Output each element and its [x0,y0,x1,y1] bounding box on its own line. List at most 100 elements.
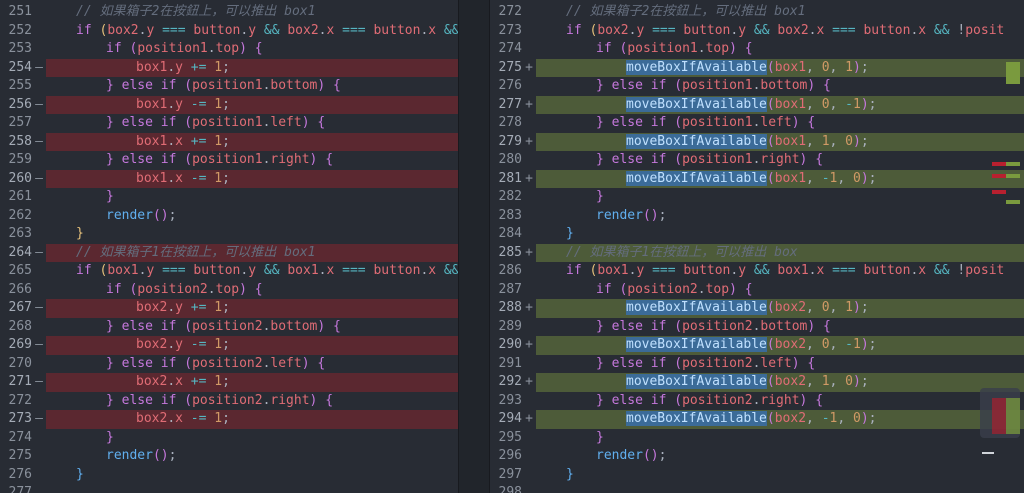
code-text[interactable]: render(); [46,447,458,466]
code-text[interactable]: if (position2.top) { [46,281,458,300]
code-line[interactable]: 263} [0,225,458,244]
code-text[interactable]: moveBoxIfAvailable(box2, 1, 0); [536,373,1024,392]
code-text[interactable]: moveBoxIfAvailable(box1, -1, 0); [536,169,1024,188]
code-text[interactable]: } [46,225,458,244]
deleted-line[interactable]: 254— box1.y += 1; [0,58,458,77]
code-text[interactable]: } [536,429,1024,448]
code-text[interactable]: if (position1.top) { [46,40,458,59]
code-line[interactable]: 272} else if (position2.right) { [0,392,458,411]
added-line[interactable]: 288 + moveBoxIfAvailable(box2, 0, 1); [490,299,1024,318]
code-line[interactable]: 257} else if (position1.left) { [0,114,458,133]
code-text[interactable]: } else if (position1.left) { [536,114,1024,133]
code-line[interactable]: 298 [490,484,1024,493]
code-text[interactable] [536,484,1024,493]
added-line[interactable]: 279 + moveBoxIfAvailable(box1, 1, 0); [490,132,1024,151]
code-text[interactable]: if (position1.top) { [536,40,1024,59]
code-line[interactable]: 274} [0,429,458,448]
code-text[interactable]: moveBoxIfAvailable(box2, 0, -1); [536,336,1024,355]
code-text[interactable]: if (box2.y === button.y && box2.x === bu… [46,22,458,41]
code-text[interactable]: box1.y -= 1; [46,95,458,114]
code-line[interactable]: 270} else if (position2.left) { [0,355,458,374]
pane-divider[interactable] [458,0,490,493]
code-text[interactable]: box2.x += 1; [46,373,458,392]
code-line[interactable]: 276} [0,466,458,485]
added-line[interactable]: 277 + moveBoxIfAvailable(box1, 0, -1); [490,95,1024,114]
code-text[interactable]: if (box1.y === button.y && box1.x === bu… [46,262,458,281]
code-line[interactable]: 280} else if (position1.right) { [490,151,1024,170]
code-line[interactable]: 295} [490,429,1024,448]
code-text[interactable]: } else if (position2.left) { [46,355,458,374]
code-text[interactable]: } [46,188,458,207]
code-line[interactable]: 253 if (position1.top) { [0,40,458,59]
code-line[interactable]: 252 if (box2.y === button.y && box2.x ===… [0,22,458,41]
code-text[interactable] [46,484,458,493]
code-text[interactable]: box1.x += 1; [46,132,458,151]
code-text[interactable]: } [46,466,458,485]
code-text[interactable]: // 如果箱子1在按鈕上，可以推出 box [536,243,1024,262]
code-text[interactable]: box2.y += 1; [46,299,458,318]
code-line[interactable]: 282} [490,188,1024,207]
deleted-line[interactable]: 269— box2.y -= 1; [0,336,458,355]
code-text[interactable]: } else if (position2.right) { [536,392,1024,411]
code-line[interactable]: 276} else if (position1.bottom) { [490,77,1024,96]
code-line[interactable]: 272 // 如果箱子2在按鈕上，可以推出 box1 [490,3,1024,22]
deleted-line[interactable]: 264— // 如果箱子1在按鈕上，可以推出 box1 [0,243,458,262]
code-line[interactable]: 293} else if (position2.right) { [490,392,1024,411]
deleted-line[interactable]: 267— box2.y += 1; [0,299,458,318]
code-text[interactable]: } else if (position1.right) { [536,151,1024,170]
code-text[interactable]: // 如果箱子2在按鈕上，可以推出 box1 [46,3,458,22]
code-line[interactable]: 284} [490,225,1024,244]
code-line[interactable]: 265 if (box1.y === button.y && box1.x ===… [0,262,458,281]
code-text[interactable]: moveBoxIfAvailable(box1, 0, 1); [536,58,1024,77]
code-text[interactable]: moveBoxIfAvailable(box2, -1, 0); [536,410,1024,429]
code-line[interactable]: 251 // 如果箱子2在按鈕上，可以推出 box1 [0,3,458,22]
code-line[interactable]: 291} else if (position2.left) { [490,355,1024,374]
code-text[interactable]: } [536,225,1024,244]
code-line[interactable]: 289} else if (position2.bottom) { [490,318,1024,337]
code-text[interactable]: } else if (position2.right) { [46,392,458,411]
code-text[interactable]: } else if (position2.left) { [536,355,1024,374]
code-text[interactable]: } else if (position2.bottom) { [536,318,1024,337]
added-line[interactable]: 290 + moveBoxIfAvailable(box2, 0, -1); [490,336,1024,355]
code-line[interactable]: 274 if (position1.top) { [490,40,1024,59]
code-line[interactable]: 261} [0,188,458,207]
code-line[interactable]: 297} [490,466,1024,485]
diff-pane-original[interactable]: 251// 如果箱子2在按鈕上，可以推出 box1 252 if (box2.y =… [0,0,458,493]
code-text[interactable]: } else if (position1.bottom) { [536,77,1024,96]
code-text[interactable]: box1.y += 1; [46,58,458,77]
code-text[interactable]: } else if (position1.right) { [46,151,458,170]
code-line[interactable]: 277 [0,484,458,493]
code-text[interactable]: } else if (position1.left) { [46,114,458,133]
code-text[interactable]: box2.y -= 1; [46,336,458,355]
added-line[interactable]: 281 + moveBoxIfAvailable(box1, -1, 0); [490,169,1024,188]
code-line[interactable]: 275 render(); [0,447,458,466]
code-line[interactable]: 283 render(); [490,207,1024,226]
code-text[interactable]: } [46,429,458,448]
code-line[interactable]: 278} else if (position1.left) { [490,114,1024,133]
code-text[interactable]: box1.x -= 1; [46,169,458,188]
added-line[interactable]: 294 + moveBoxIfAvailable(box2, -1, 0); [490,410,1024,429]
code-text[interactable]: render(); [536,207,1024,226]
added-line[interactable]: 292 + moveBoxIfAvailable(box2, 1, 0); [490,373,1024,392]
code-text[interactable]: if (position2.top) { [536,281,1024,300]
code-line[interactable]: 262 render(); [0,207,458,226]
added-line[interactable]: 285 + // 如果箱子1在按鈕上，可以推出 box [490,243,1024,262]
code-line[interactable]: 273 if (box2.y === button.y && box2.x ===… [490,22,1024,41]
deleted-line[interactable]: 256— box1.y -= 1; [0,95,458,114]
code-text[interactable]: moveBoxIfAvailable(box2, 0, 1); [536,299,1024,318]
code-text[interactable]: if (box1.y === button.y && box1.x === bu… [536,262,1024,281]
code-text[interactable]: if (box2.y === button.y && box2.x === bu… [536,22,1024,41]
code-text[interactable]: // 如果箱子2在按鈕上，可以推出 box1 [536,3,1024,22]
code-text[interactable]: // 如果箱子1在按鈕上，可以推出 box1 [46,243,458,262]
deleted-line[interactable]: 260— box1.x -= 1; [0,169,458,188]
code-line[interactable]: 266 if (position2.top) { [0,281,458,300]
code-line[interactable]: 287 if (position2.top) { [490,281,1024,300]
deleted-line[interactable]: 273— box2.x -= 1; [0,410,458,429]
code-line[interactable]: 259} else if (position1.right) { [0,151,458,170]
code-text[interactable]: } [536,466,1024,485]
code-line[interactable]: 286 if (box1.y === button.y && box1.x ===… [490,262,1024,281]
added-line[interactable]: 275 + moveBoxIfAvailable(box1, 0, 1); [490,58,1024,77]
code-text[interactable]: } else if (position2.bottom) { [46,318,458,337]
code-line[interactable]: 255} else if (position1.bottom) { [0,77,458,96]
code-line[interactable]: 296 render(); [490,447,1024,466]
